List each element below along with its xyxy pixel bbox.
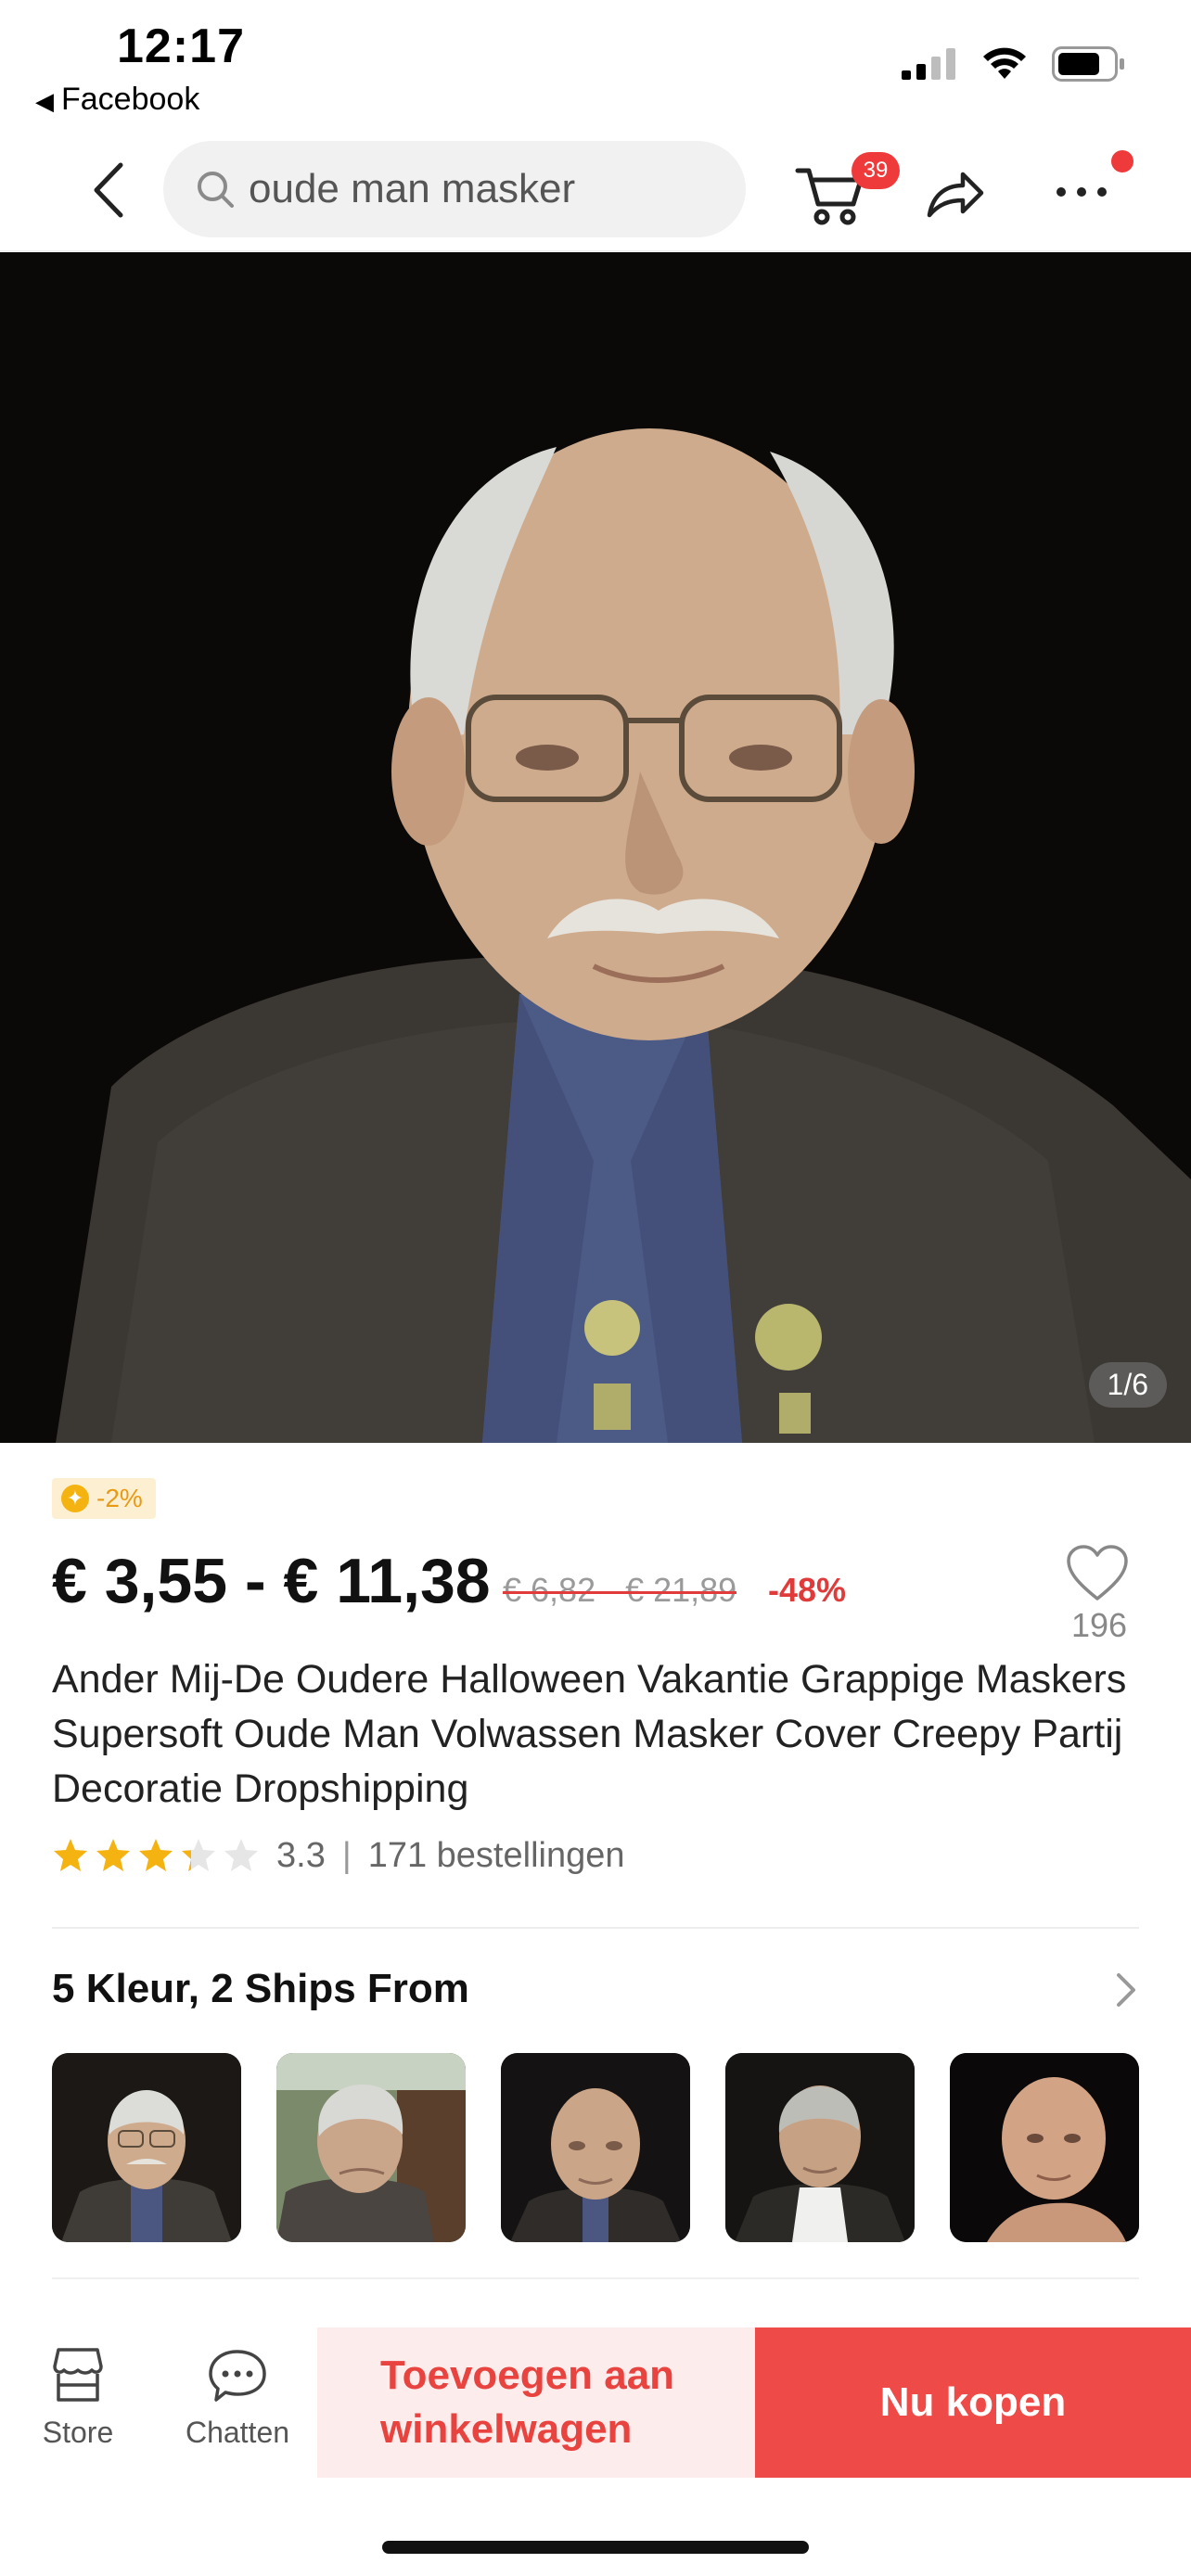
variant-thumb[interactable] [501, 2053, 690, 2242]
strikethrough-line [503, 1591, 737, 1594]
star-half-icon [182, 1839, 215, 1871]
search-input[interactable]: oude man masker [249, 166, 575, 212]
original-price-label: € 6,82 - € 21,89 [503, 1571, 737, 1609]
signal-icon [902, 48, 955, 80]
search-bar[interactable]: oude man masker [163, 141, 746, 237]
search-icon [198, 172, 234, 208]
buy-now-button[interactable]: Nu kopen [755, 2327, 1191, 2478]
old-man-glasses-thumb [52, 2053, 241, 2242]
rating-separator: | [341, 1835, 352, 1875]
back-app-label: Facebook [61, 82, 200, 117]
chat-tab[interactable]: Chatten [173, 2344, 302, 2450]
store-icon [53, 2348, 103, 2402]
chat-label: Chatten [185, 2416, 290, 2449]
bottom-action-bar: Store Chatten Toevoegen aan winkelwagen … [0, 2327, 1191, 2478]
home-indicator[interactable] [382, 2541, 809, 2554]
section-divider [52, 1927, 1139, 1929]
section-divider [52, 2277, 1139, 2279]
orders-count: 171 bestellingen [367, 1835, 625, 1875]
variant-thumbnails [52, 2053, 1139, 2242]
star-icon [54, 1839, 87, 1871]
wishlist-count: 196 [1070, 1606, 1128, 1644]
status-bar: 12:17 ◀ Facebook [0, 0, 1191, 130]
image-counter: 1/6 [1088, 1362, 1167, 1408]
rating-value: 3.3 [276, 1835, 326, 1875]
status-time: 12:17 [117, 19, 245, 73]
back-chevron-icon[interactable] [83, 158, 135, 223]
bald-old-man-thumb [501, 2053, 690, 2242]
store-tab[interactable]: Store [13, 2344, 143, 2450]
old-man-outdoor-thumb [276, 2053, 466, 2242]
wifi-icon [983, 47, 1026, 79]
cart-badge: 39 [852, 152, 900, 189]
coin-discount-label: -2% [96, 1484, 143, 1512]
original-price: € 6,82 - € 21,89 [503, 1571, 737, 1610]
battery-icon [1052, 46, 1124, 82]
old-man-white-shirt-thumb [725, 2053, 915, 2242]
star-icon [96, 1839, 130, 1871]
add-to-cart-label: Toevoegen aan winkelwagen [380, 2353, 675, 2452]
chat-icon [209, 2350, 266, 2402]
add-to-cart-button[interactable]: Toevoegen aan winkelwagen [317, 2327, 755, 2478]
bald-mask-side-thumb [950, 2053, 1139, 2242]
star-empty-icon [224, 1839, 258, 1871]
coin-discount-tag: ✦ -2% [52, 1478, 156, 1519]
price-range: € 3,55 - € 11,38 [52, 1546, 491, 1616]
product-image[interactable]: 1/6 [0, 252, 1191, 1443]
variant-thumb[interactable] [52, 2053, 241, 2242]
product-title: Ander Mij-De Oudere Halloween Vakantie G… [52, 1657, 1127, 1811]
notification-dot [1111, 150, 1133, 172]
variant-thumb[interactable] [950, 2053, 1139, 2242]
back-to-app-link[interactable]: ◀ Facebook [35, 82, 199, 118]
top-nav: oude man masker 39 [0, 130, 1191, 251]
heart-icon[interactable] [1065, 1543, 1130, 1602]
variant-thumb[interactable] [725, 2053, 915, 2242]
rating-row[interactable]: 3.3 | 171 bestellingen [52, 1834, 624, 1877]
old-man-mask-photo [0, 252, 1191, 1443]
discount-percent: -48% [768, 1571, 847, 1609]
variant-thumb[interactable] [276, 2053, 466, 2242]
back-triangle-icon: ◀ [35, 87, 54, 115]
star-rating [52, 1837, 260, 1874]
chevron-right-icon[interactable] [1111, 1970, 1139, 2010]
share-icon[interactable] [924, 165, 985, 221]
system-icons [902, 46, 1126, 82]
store-label: Store [42, 2416, 114, 2449]
star-icon [139, 1839, 173, 1871]
more-icon[interactable] [1054, 178, 1109, 206]
variant-heading[interactable]: 5 Kleur, 2 Ships From [52, 1966, 469, 2012]
coin-icon: ✦ [61, 1485, 89, 1512]
